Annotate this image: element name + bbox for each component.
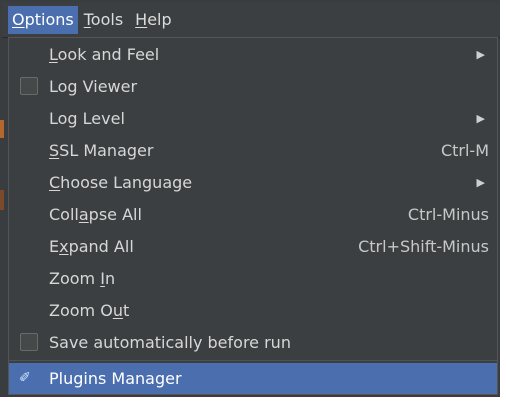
- menu-item-ssl-manager[interactable]: SSL Manager Ctrl-M: [9, 135, 497, 166]
- menu-item-choose-language[interactable]: Choose Language ▶: [9, 167, 497, 198]
- menu-item-label: Log Viewer: [49, 77, 138, 96]
- menu-item-look-and-feel[interactable]: Look and Feel ▶: [9, 39, 497, 70]
- menu-options-rest: ptions: [24, 10, 74, 29]
- menu-help-mnemonic: H: [135, 10, 148, 29]
- menu-item-log-viewer[interactable]: Log Viewer: [9, 71, 497, 102]
- menu-help[interactable]: Help: [129, 6, 177, 34]
- menu-item-save-automatically[interactable]: Save automatically before run: [9, 327, 497, 358]
- menu-item-label: Zoom In: [49, 269, 116, 288]
- menu-options-mnemonic: O: [12, 10, 25, 29]
- plugin-icon: ✐: [19, 370, 31, 386]
- menu-item-shortcut: Ctrl+Shift-Minus: [358, 237, 489, 256]
- menu-item-label: Expand All: [49, 237, 134, 256]
- menu-item-log-level[interactable]: Log Level ▶: [9, 103, 497, 134]
- menu-item-label: Zoom Out: [49, 301, 130, 320]
- menu-item-label: Look and Feel: [49, 45, 160, 64]
- menu-item-label: SSL Manager: [49, 141, 154, 160]
- background-accent: [0, 120, 4, 138]
- menu-item-collapse-all[interactable]: Collapse All Ctrl-Minus: [9, 199, 497, 230]
- menu-options[interactable]: Options: [8, 6, 78, 34]
- submenu-arrow-icon: ▶: [476, 48, 485, 61]
- options-dropdown-menu: Look and Feel ▶ Log Viewer Log Level ▶ S…: [8, 37, 498, 395]
- menu-item-label: Log Level: [49, 109, 125, 128]
- background-accent: [0, 190, 4, 210]
- menu-item-label: Plugins Manager: [49, 369, 182, 388]
- submenu-arrow-icon: ▶: [476, 176, 485, 189]
- background-edge: [0, 397, 506, 403]
- menu-separator: [9, 360, 497, 361]
- menu-item-zoom-out[interactable]: Zoom Out: [9, 295, 497, 326]
- menu-item-zoom-in[interactable]: Zoom In: [9, 263, 497, 294]
- menu-item-plugins-manager[interactable]: ✐ Plugins Manager: [9, 363, 497, 394]
- menu-item-label: Choose Language: [49, 173, 193, 192]
- menu-tools-rest: ools: [90, 10, 124, 29]
- checkbox-save-automatically[interactable]: [20, 333, 38, 351]
- background-edge: [500, 0, 506, 403]
- menu-help-rest: elp: [147, 10, 172, 29]
- checkbox-log-viewer[interactable]: [20, 77, 38, 95]
- menu-bar: Options Tools Help: [2, 3, 500, 38]
- menu-item-shortcut: Ctrl-Minus: [407, 205, 489, 224]
- menu-item-label: Save automatically before run: [49, 333, 291, 352]
- menu-tools-mnemonic: T: [83, 10, 91, 29]
- menu-tools[interactable]: Tools: [78, 6, 129, 34]
- submenu-arrow-icon: ▶: [476, 112, 485, 125]
- menu-item-shortcut: Ctrl-M: [440, 141, 489, 160]
- menu-item-label: Collapse All: [49, 205, 142, 224]
- menu-item-expand-all[interactable]: Expand All Ctrl+Shift-Minus: [9, 231, 497, 262]
